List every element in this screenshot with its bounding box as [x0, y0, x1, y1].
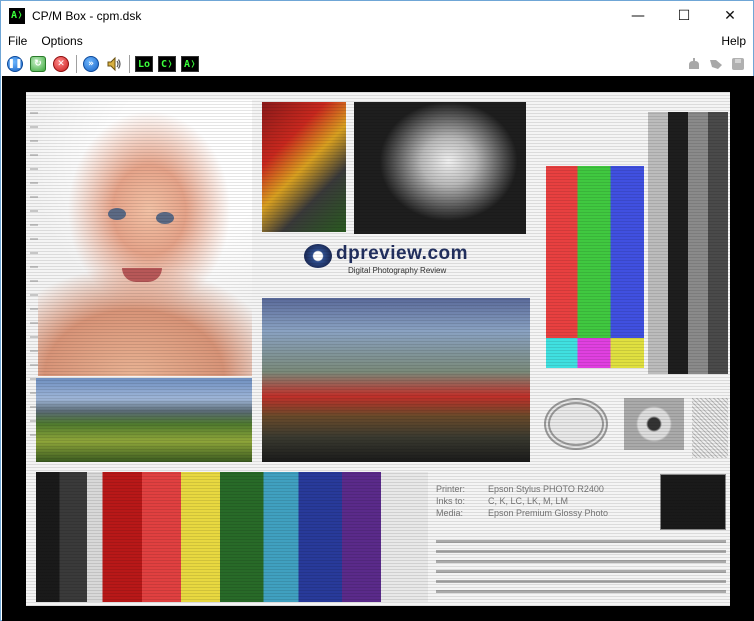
- bw-chair-photo: [354, 102, 526, 234]
- cursor-button[interactable]: [707, 56, 725, 72]
- sound-button[interactable]: [103, 53, 125, 75]
- landscape-photo-small: [36, 378, 252, 462]
- info-value-inks: C, K, LC, LK, M, LM: [488, 496, 569, 506]
- test-pattern-circle: [544, 398, 608, 450]
- info-label-media: Media:: [436, 508, 464, 518]
- color-bars-stripes: [546, 166, 644, 338]
- body-text-lines: [436, 540, 726, 598]
- drive-a-icon: A❭: [180, 56, 200, 72]
- pause-icon: ❚❚: [7, 56, 23, 72]
- stop-button[interactable]: ✕: [50, 53, 72, 75]
- menu-help[interactable]: Help: [714, 31, 753, 51]
- window-controls: — ☐ ✕: [615, 1, 753, 31]
- reset-icon: ↻: [30, 56, 46, 72]
- cursor-icon: [710, 60, 722, 69]
- drive-c-icon: C❭: [157, 56, 177, 72]
- disk-button[interactable]: [729, 56, 747, 72]
- lo-terminal-icon: Lo: [134, 56, 154, 72]
- black-text-box: [660, 474, 726, 530]
- test-pattern-grid: [692, 398, 728, 458]
- lo-button[interactable]: Lo: [133, 53, 155, 75]
- info-value-printer: Epson Stylus PHOTO R2400: [488, 484, 604, 494]
- info-label-printer: Printer:: [436, 484, 466, 494]
- close-button[interactable]: ✕: [707, 1, 753, 31]
- fast-forward-icon: »: [83, 56, 99, 72]
- lake-photo: [262, 298, 530, 462]
- drive-a-button[interactable]: A❭: [179, 53, 201, 75]
- logo-text: dpreview.com: [336, 243, 469, 264]
- pause-button[interactable]: ❚❚: [4, 53, 26, 75]
- test-pattern-square: [624, 398, 684, 450]
- toolbar-right: [685, 52, 747, 76]
- speaker-icon: [107, 56, 121, 72]
- drive-c-button[interactable]: C❭: [156, 53, 178, 75]
- baby-eye-right: [156, 212, 174, 224]
- display-image: dpreview.com Digital Photography Review …: [26, 92, 730, 606]
- title-bar[interactable]: A❭ CP/M Box - cpm.dsk — ☐ ✕: [1, 1, 753, 31]
- reset-button[interactable]: ↻: [27, 53, 49, 75]
- toolbar-separator: [76, 55, 77, 73]
- minimize-icon: —: [631, 8, 645, 24]
- baby-portrait: [38, 100, 252, 376]
- fast-forward-button[interactable]: »: [80, 53, 102, 75]
- flowers-photo: [262, 102, 346, 232]
- disk-icon: [732, 58, 744, 70]
- printer-info: Printer: Epson Stylus PHOTO R2400 Inks t…: [436, 484, 666, 528]
- baby-eye-left: [108, 208, 126, 220]
- app-window: A❭ CP/M Box - cpm.dsk — ☐ ✕ File Options…: [0, 0, 754, 621]
- stop-icon: ✕: [53, 56, 69, 72]
- toolbar-separator: [129, 55, 130, 73]
- maximize-button[interactable]: ☐: [661, 1, 707, 31]
- logo-subtitle: Digital Photography Review: [348, 266, 447, 275]
- minimize-button[interactable]: —: [615, 1, 661, 31]
- logo-disc-icon: [304, 244, 332, 268]
- baby-mouth: [122, 268, 162, 282]
- thread-spools-photo: [36, 472, 428, 602]
- window-title: CP/M Box - cpm.dsk: [32, 9, 142, 23]
- maximize-icon: ☐: [677, 8, 691, 24]
- toolbar: ❚❚ ↻ ✕ » Lo C❭ A❭: [1, 52, 753, 76]
- menu-bar: File Options Help: [1, 31, 753, 51]
- color-bars: [540, 102, 730, 384]
- app-icon[interactable]: A❭: [9, 8, 25, 24]
- gray-ramp: [648, 112, 728, 374]
- menu-options[interactable]: Options: [34, 31, 89, 51]
- emulator-screen[interactable]: dpreview.com Digital Photography Review …: [2, 76, 754, 621]
- mouse-icon: [689, 58, 699, 69]
- menu-file[interactable]: File: [1, 31, 34, 51]
- close-icon: ✕: [724, 8, 736, 24]
- info-label-inks: Inks to:: [436, 496, 466, 506]
- mouse-button[interactable]: [685, 56, 703, 72]
- info-value-media: Epson Premium Glossy Photo: [488, 508, 609, 518]
- dpreview-logo: dpreview.com Digital Photography Review: [304, 240, 504, 280]
- color-bars-bottom: [546, 338, 644, 368]
